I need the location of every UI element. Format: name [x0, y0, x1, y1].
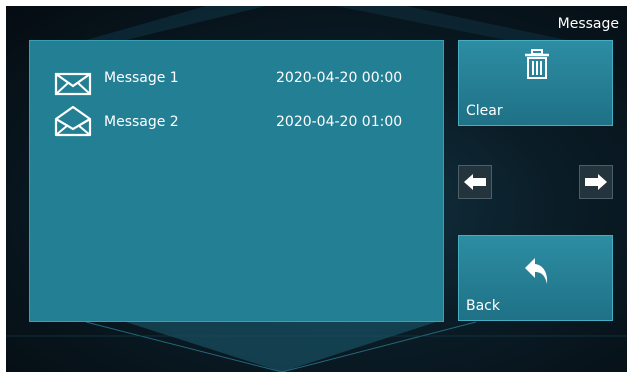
next-button[interactable] — [579, 165, 613, 199]
message-time: 2020-04-20 00:00 — [276, 70, 403, 86]
message-screen: Message Message 1 2020-04-20 00:00 Messa… — [6, 6, 627, 372]
arrow-right-icon — [585, 174, 607, 190]
prev-button[interactable] — [458, 165, 492, 199]
back-button-label: Back — [466, 298, 500, 314]
envelope-closed-icon — [54, 72, 92, 96]
arrow-left-icon — [464, 174, 486, 190]
message-list: Message 1 2020-04-20 00:00 Message 2 202… — [29, 40, 444, 322]
message-time: 2020-04-20 01:00 — [276, 114, 403, 130]
clear-button[interactable]: Clear — [458, 40, 613, 126]
message-item-2[interactable]: Message 2 2020-04-20 01:00 — [30, 105, 445, 139]
clear-button-label: Clear — [466, 103, 503, 119]
message-name: Message 1 — [104, 70, 179, 86]
message-item-1[interactable]: Message 1 2020-04-20 00:00 — [30, 63, 445, 96]
envelope-open-icon — [54, 105, 92, 137]
page-title: Message — [557, 16, 619, 32]
back-button[interactable]: Back — [458, 235, 613, 321]
back-arrow-icon — [525, 258, 548, 284]
trash-icon — [525, 49, 549, 79]
message-name: Message 2 — [104, 114, 179, 130]
